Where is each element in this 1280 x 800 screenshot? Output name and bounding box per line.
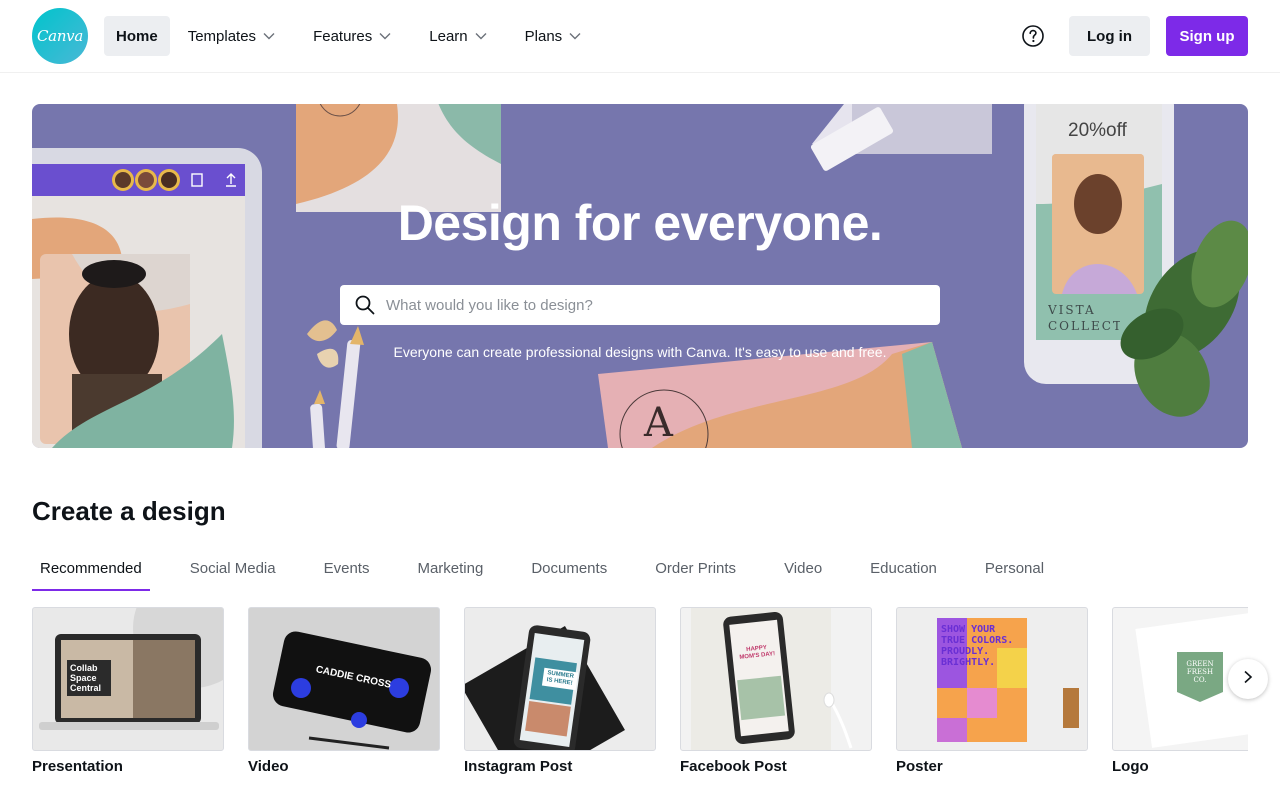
sign-up-button[interactable]: Sign up (1166, 16, 1248, 56)
design-card-instagram-post[interactable]: SUMMER IS HERE! Instagram Post (464, 607, 656, 775)
design-card-video[interactable]: CADDIE CROSS Video (248, 607, 440, 775)
tab-video[interactable]: Video (776, 554, 830, 591)
design-search-box[interactable] (340, 285, 940, 325)
nav-home-label: Home (116, 27, 158, 45)
tab-marketing[interactable]: Marketing (409, 554, 491, 591)
chevron-down-icon (263, 32, 275, 40)
chevron-down-icon (475, 32, 487, 40)
promo-discount-text: 20%off (1068, 120, 1127, 141)
design-search-input[interactable] (386, 296, 906, 314)
log-in-button[interactable]: Log in (1069, 16, 1150, 56)
card-letter: A (644, 400, 673, 446)
hero-subtitle: Everyone can create professional designs… (393, 344, 887, 360)
nav-plans[interactable]: Plans (513, 16, 594, 56)
video-thumbnail: CADDIE CROSS (248, 607, 440, 751)
main-nav: Home Templates Features Learn Plans (104, 16, 607, 56)
tab-events[interactable]: Events (316, 554, 378, 591)
design-card-presentation[interactable]: Collab Space Central Presentation (32, 607, 224, 775)
card-label-presentation: Presentation (32, 758, 123, 775)
nav-features[interactable]: Features (301, 16, 403, 56)
create-design-heading: Create a design (32, 496, 226, 526)
nav-plans-label: Plans (524, 27, 563, 45)
tab-personal[interactable]: Personal (977, 554, 1052, 591)
design-type-carousel: Collab Space Central Presentation CADDIE… (32, 607, 1248, 797)
nav-templates-label: Templates (187, 27, 257, 45)
logo-text: Canva (37, 27, 83, 45)
presentation-thumb-text: Collab Space Central (67, 660, 111, 696)
search-icon (354, 294, 376, 316)
nav-features-label: Features (313, 27, 373, 45)
design-card-logo[interactable]: GREEN FRESH CO. Logo (1112, 607, 1248, 775)
tab-recommended[interactable]: Recommended (32, 554, 150, 591)
chevron-down-icon (569, 32, 581, 40)
tab-documents[interactable]: Documents (523, 554, 615, 591)
poster-thumbnail: SHOW YOUR TRUE COLORS. PROUDLY. BRIGHTLY… (896, 607, 1088, 751)
tab-social-media[interactable]: Social Media (182, 554, 284, 591)
chevron-down-icon (379, 32, 391, 40)
chevron-right-icon (1243, 670, 1253, 689)
nav-learn[interactable]: Learn (417, 16, 498, 56)
help-question-icon[interactable] (1021, 24, 1045, 48)
promo-brand-text: VISTA COLLECTI (1048, 303, 1120, 333)
card-label-video: Video (248, 758, 289, 775)
design-card-poster[interactable]: SHOW YOUR TRUE COLORS. PROUDLY. BRIGHTLY… (896, 607, 1088, 775)
card-label-logo: Logo (1112, 758, 1149, 775)
card-label-poster: Poster (896, 758, 943, 775)
hero-banner: 20%off VISTA COLLECTI A Design for every… (32, 104, 1248, 448)
nav-templates[interactable]: Templates (176, 16, 287, 56)
logo-thumb-text: GREEN FRESH CO. (1186, 660, 1214, 684)
nav-home[interactable]: Home (104, 16, 170, 56)
hero-title: Design for everyone. (397, 195, 883, 251)
nav-learn-label: Learn (429, 27, 468, 45)
carousel-next-button[interactable] (1228, 659, 1268, 699)
card-label-instagram-post: Instagram Post (464, 758, 573, 775)
presentation-thumbnail: Collab Space Central (32, 607, 224, 751)
card-label-facebook-post: Facebook Post (680, 758, 787, 775)
design-category-tabs: Recommended Social Media Events Marketin… (32, 554, 1084, 592)
tab-order-prints[interactable]: Order Prints (647, 554, 744, 591)
canva-logo[interactable]: Canva (32, 8, 88, 64)
top-navigation-bar: Canva Home Templates Features Learn Plan… (0, 0, 1280, 72)
facebook-post-thumbnail: HAPPY MOM'S DAY! (680, 607, 872, 751)
instagram-post-thumbnail: SUMMER IS HERE! (464, 607, 656, 751)
design-card-facebook-post[interactable]: HAPPY MOM'S DAY! Facebook Post (680, 607, 872, 775)
poster-thumb-text: SHOW YOUR TRUE COLORS. PROUDLY. BRIGHTLY… (941, 624, 1014, 668)
hero-illustration (32, 104, 1248, 448)
tab-education[interactable]: Education (862, 554, 945, 591)
